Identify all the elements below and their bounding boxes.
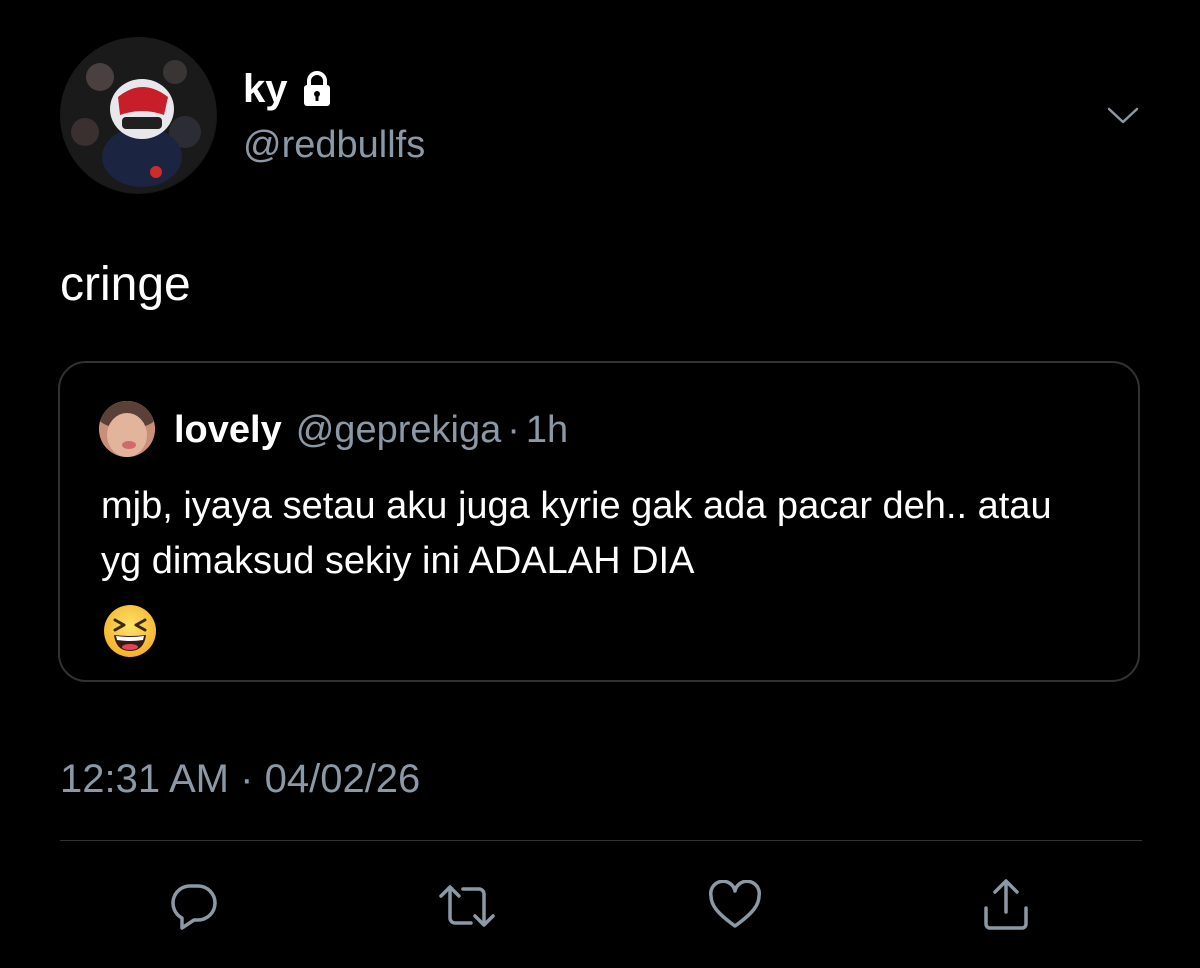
tweet-time: 12:31 AM — [60, 757, 230, 801]
lock-icon — [302, 70, 332, 108]
like-button[interactable] — [705, 876, 765, 936]
quoted-tweet-card[interactable]: lovely @geprekiga · 1h mjb, iyaya setau … — [58, 361, 1140, 682]
heart-icon — [709, 880, 761, 928]
retweet-arrows-icon — [439, 885, 495, 927]
author-display-name[interactable]: ky — [243, 64, 332, 114]
chevron-down-icon[interactable] — [1104, 100, 1142, 130]
quoted-author-handle: @geprekiga — [295, 409, 502, 451]
quoted-avatar-photo — [99, 401, 155, 457]
grinning-squinting-face-emoji-icon — [102, 603, 158, 659]
quoted-separator: · — [507, 409, 520, 451]
avatar-photo — [60, 37, 216, 193]
share-upload-icon — [984, 879, 1028, 930]
tweet-text: cringe — [60, 258, 191, 311]
quoted-tweet-age: 1h — [525, 409, 569, 451]
quoted-author-name: lovely — [174, 409, 282, 451]
quoted-tweet-text: mjb, iyaya setau aku juga kyrie gak ada … — [101, 485, 1052, 582]
divider — [60, 840, 1142, 841]
quoted-author-avatar — [99, 401, 155, 457]
author-name-text: ky — [243, 67, 288, 111]
share-button[interactable] — [976, 876, 1036, 936]
retweet-button[interactable] — [437, 876, 497, 936]
reply-button[interactable] — [164, 876, 224, 936]
author-handle[interactable]: @redbullfs — [243, 121, 425, 169]
timestamp-separator: · — [240, 757, 254, 801]
tweet-timestamp[interactable]: 12:31 AM · 04/02/26 — [60, 754, 420, 804]
reply-bubble-icon — [171, 884, 217, 930]
tweet-date: 04/02/26 — [264, 757, 421, 801]
quoted-tweet-header: lovely @geprekiga · 1h — [174, 407, 568, 453]
author-avatar[interactable] — [60, 37, 217, 194]
